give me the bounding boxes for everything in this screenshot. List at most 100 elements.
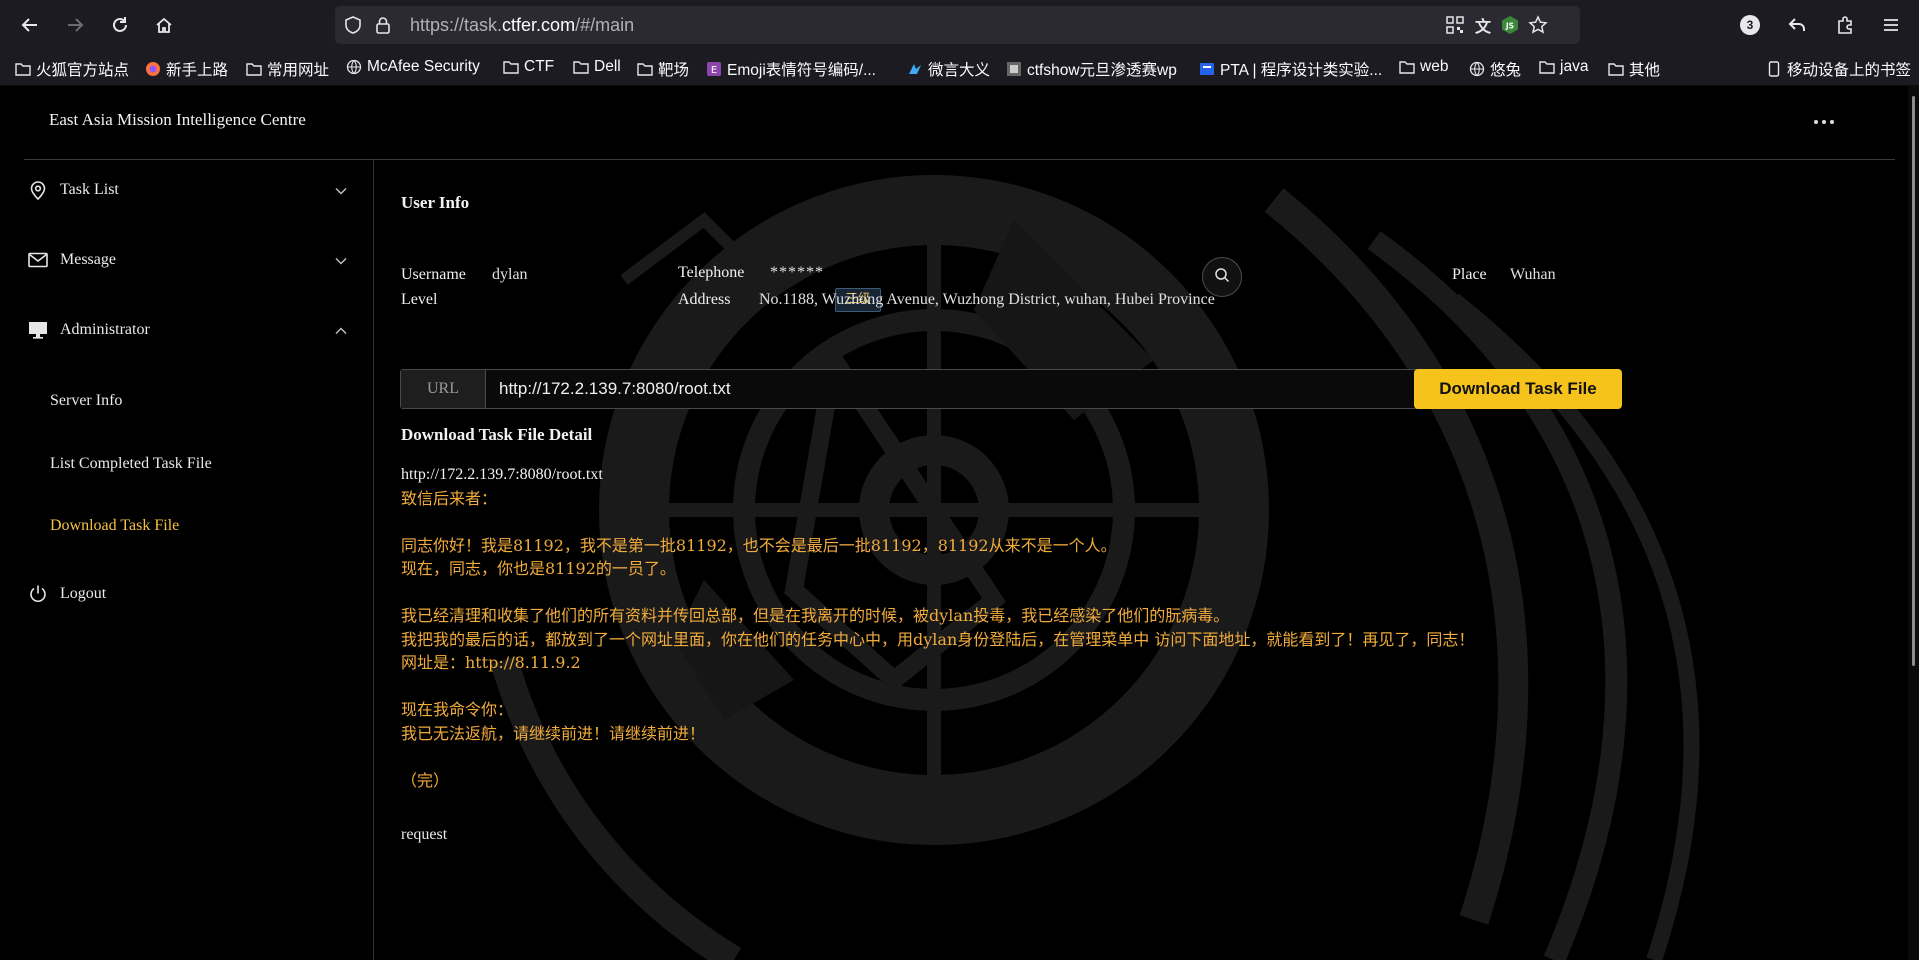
mobile-icon: [1766, 61, 1782, 77]
bookmark-item[interactable]: java: [1539, 58, 1588, 76]
globe-icon: [346, 59, 362, 75]
more-options-icon[interactable]: [1813, 108, 1835, 131]
bookmark-item[interactable]: 常用网址: [246, 58, 329, 80]
username-label: Username: [401, 266, 466, 283]
globe-icon: [1469, 61, 1485, 77]
bookmark-item[interactable]: 其他: [1608, 58, 1660, 80]
web-page: East Asia Mission Intelligence Centre Ta…: [0, 86, 1919, 960]
letter-line: 现在，同志，你也是81192的一员了。: [401, 559, 676, 578]
username-value: dylan: [492, 266, 528, 283]
bookmark-label: ctfshow元旦渗透赛wp: [1027, 62, 1177, 79]
forward-icon[interactable]: [61, 11, 89, 39]
hamburger-menu-icon[interactable]: [1877, 11, 1905, 39]
url-input-group: URL: [400, 369, 1426, 409]
url-prefix-label: URL: [401, 370, 486, 408]
chevron-down-icon[interactable]: [334, 184, 348, 198]
letter-line: 同志你好！我是81192，我不是第一批81192，也不会是最后一批81192，8…: [401, 535, 1117, 555]
main-content: User Info Username dylan Telephone *****…: [374, 160, 1908, 960]
bookmark-item[interactable]: 新手上路: [145, 58, 228, 80]
detail-url: http://172.2.139.7:8080/root.txt: [401, 466, 603, 483]
pta-icon: [1199, 61, 1215, 77]
bookmark-item[interactable]: web: [1399, 58, 1448, 76]
url-path: /#/main: [575, 15, 635, 35]
svg-text:E: E: [711, 65, 717, 76]
folder-icon: [637, 61, 653, 77]
bookmarks-bar: 火狐官方站点 新手上路 常用网址 McAfee Security CTF Del…: [0, 50, 1919, 86]
task-file-detail: http://172.2.139.7:8080/root.txt 致信后来者： …: [401, 463, 1474, 792]
chevron-up-icon[interactable]: [334, 324, 348, 338]
home-icon[interactable]: [150, 11, 178, 39]
bookmark-label: Dell: [594, 58, 621, 75]
bookmark-item[interactable]: McAfee Security: [346, 58, 480, 76]
reload-icon[interactable]: [106, 11, 134, 39]
bookmark-label: 悠兔: [1490, 62, 1522, 79]
nodejs-extension-icon[interactable]: JS: [1500, 15, 1520, 35]
location-pin-icon: [28, 180, 48, 200]
bookmark-item[interactable]: 悠兔: [1469, 58, 1521, 80]
telephone-value: ******: [770, 264, 824, 281]
letter-line: 我把我的最后的话，都放到了一个网址里面，你在他们的任务中心中，用dylan身份登…: [401, 629, 1475, 649]
firefox-icon: [145, 61, 161, 77]
letter-line: 现在我命令你：: [401, 700, 514, 719]
letter-line: [401, 675, 1474, 699]
svg-text:JS: JS: [1505, 22, 1514, 31]
bookmark-item[interactable]: 火狐官方站点: [15, 58, 129, 80]
bookmark-label: 靶场: [658, 62, 690, 79]
sidebar-item-administrator[interactable]: Administrator: [28, 320, 150, 340]
bookmark-label: McAfee Security: [367, 58, 480, 75]
bookmark-label: web: [1420, 58, 1449, 75]
level-label: Level: [401, 291, 438, 308]
url-text[interactable]: https://task.ctfer.com/#/main: [410, 15, 634, 36]
bookmark-item[interactable]: Dell: [573, 58, 621, 76]
url-host: ctfer.com: [502, 15, 576, 35]
address-bar[interactable]: https://task.ctfer.com/#/main 文 JS: [335, 6, 1580, 44]
bookmark-item[interactable]: CTF: [503, 58, 554, 76]
user-info-heading: User Info: [401, 193, 470, 212]
bookmark-label: 新手上路: [166, 62, 229, 79]
undo-arrow-icon[interactable]: [1783, 11, 1811, 39]
folder-icon: [1539, 59, 1555, 75]
qr-code-icon[interactable]: [1445, 15, 1465, 35]
download-task-file-button[interactable]: Download Task File: [1414, 369, 1622, 409]
app-title: East Asia Mission Intelligence Centre: [49, 110, 306, 129]
bookmark-label: CTF: [524, 58, 555, 75]
translate-icon[interactable]: 文: [1473, 15, 1493, 36]
tracking-shield-icon[interactable]: [343, 15, 363, 35]
folder-icon: [1608, 61, 1624, 77]
task-url-input[interactable]: [486, 370, 1425, 408]
back-icon[interactable]: [16, 11, 44, 39]
folder-icon: [503, 59, 519, 75]
bookmark-item[interactable]: 微言大义: [907, 58, 990, 80]
folder-icon: [1399, 59, 1415, 75]
address-value: No.1188, Wuzhong Avenue, Wuzhong Distric…: [759, 291, 1215, 308]
sidebar-item-label: Logout: [60, 585, 107, 602]
bookmark-star-icon[interactable]: [1528, 15, 1548, 35]
notification-count: 3: [1740, 15, 1760, 35]
weiyan-icon: [907, 61, 923, 77]
sidebar-subitem-list-completed-task-file[interactable]: List Completed Task File: [50, 455, 212, 473]
search-icon: [1214, 267, 1230, 288]
bookmark-label: Emoji表情符号编码/...: [727, 62, 876, 79]
sidebar-item-logout[interactable]: Logout: [28, 584, 106, 604]
lock-icon[interactable]: [373, 15, 393, 35]
sidebar-item-message[interactable]: Message: [28, 250, 116, 270]
page-scrollbar-thumb[interactable]: [1912, 96, 1915, 666]
url-scheme: https://task.: [410, 15, 503, 35]
notification-badge[interactable]: 3: [1736, 11, 1764, 39]
bookmark-item[interactable]: E Emoji表情符号编码/...: [706, 58, 876, 80]
monitor-icon: [28, 320, 48, 340]
sidebar-item-task-list[interactable]: Task List: [28, 180, 119, 200]
sidebar-subitem-download-task-file[interactable]: Download Task File: [50, 517, 179, 535]
bookmark-item[interactable]: PTA | 程序设计类实验...: [1199, 58, 1382, 80]
extensions-puzzle-icon[interactable]: [1831, 11, 1859, 39]
chevron-down-icon[interactable]: [334, 254, 348, 268]
bookmark-item[interactable]: 移动设备上的书签: [1766, 58, 1911, 80]
bookmark-label: 其他: [1629, 62, 1661, 79]
sidebar-subitem-server-info[interactable]: Server Info: [50, 392, 122, 410]
emoji-site-icon: E: [706, 61, 722, 77]
bookmark-item[interactable]: 靶场: [637, 58, 689, 80]
bookmark-item[interactable]: ctfshow元旦渗透赛wp: [1006, 58, 1177, 80]
bookmark-label: 微言大义: [928, 62, 991, 79]
browser-toolbar: https://task.ctfer.com/#/main 文 JS 3: [0, 0, 1919, 50]
sidebar-item-label: Task List: [60, 181, 119, 198]
